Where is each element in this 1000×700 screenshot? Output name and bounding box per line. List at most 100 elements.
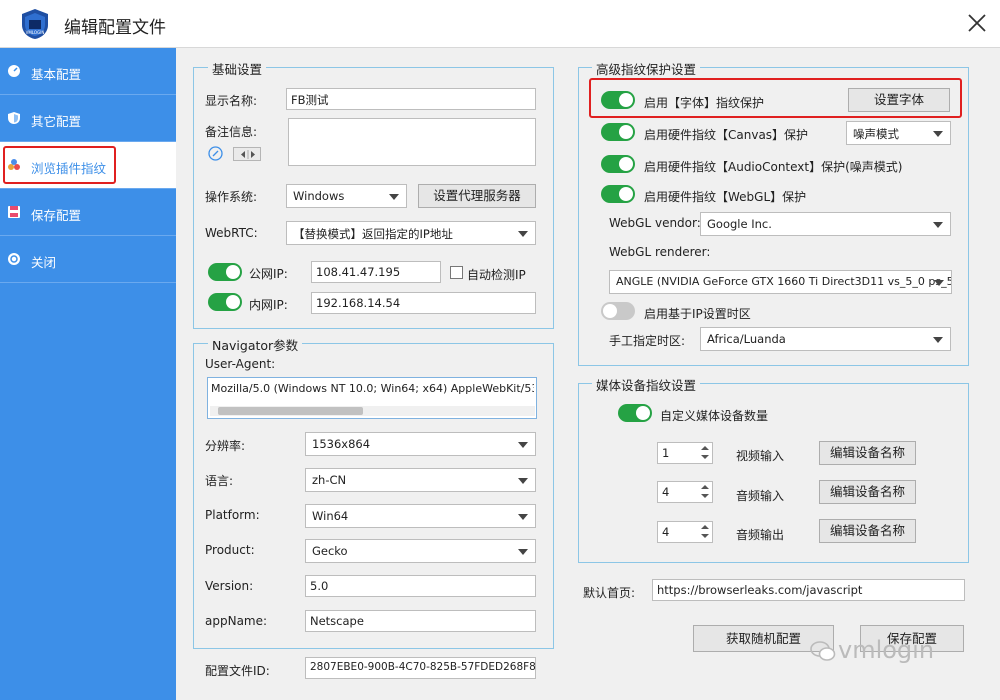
chevron-down-icon [933, 222, 943, 228]
watermark-text: vmlogin [838, 636, 935, 664]
stepper-arrows[interactable] [698, 482, 712, 502]
edit-audio-input-names-button[interactable]: 编辑设备名称 [819, 480, 916, 504]
custom-media-count-label: 自定义媒体设备数量 [660, 409, 769, 423]
audio-output-count: 4 [662, 525, 670, 539]
resolution-label: 分辨率: [205, 439, 246, 453]
os-select-value: Windows [293, 189, 345, 203]
left-right-arrows-icon [241, 150, 255, 159]
canvas-label: 启用硬件指纹【Canvas】保护 [644, 128, 809, 142]
chevron-up-icon[interactable] [701, 485, 709, 489]
navigator-legend: Navigator参数 [208, 335, 303, 354]
sidebar-item-label: 关闭 [31, 255, 57, 270]
webrtc-select-value: 【替换模式】返回指定的IP地址 [293, 227, 453, 241]
proxy-settings-button[interactable]: 设置代理服务器 [418, 184, 536, 208]
chevron-down-icon[interactable] [701, 534, 709, 538]
language-select[interactable]: zh-CN [305, 468, 536, 492]
emoji-stepper[interactable] [233, 147, 261, 161]
canvas-mode-value: 噪声模式 [853, 127, 899, 141]
display-name-label: 显示名称: [205, 94, 258, 108]
lan-ip-toggle[interactable] [208, 293, 242, 311]
ip-timezone-toggle[interactable] [601, 302, 635, 320]
chevron-up-icon[interactable] [701, 446, 709, 450]
horizontal-scrollbar[interactable] [210, 406, 535, 416]
scrollbar-thumb[interactable] [218, 407, 363, 415]
webgl-vendor-label: WebGL vendor: [609, 216, 701, 230]
auto-detect-ip-label: 自动检测IP [467, 268, 526, 282]
highlight-box [589, 78, 962, 118]
os-label: 操作系统: [205, 190, 258, 204]
custom-media-count-toggle[interactable] [618, 404, 652, 422]
webgl-toggle[interactable] [601, 185, 635, 203]
audio-input-stepper[interactable]: 4 [657, 481, 713, 503]
webgl-label: 启用硬件指纹【WebGL】保护 [644, 190, 807, 204]
edit-video-input-names-button[interactable]: 编辑设备名称 [819, 441, 916, 465]
sidebar-item-label: 基本配置 [31, 67, 82, 82]
highlight-box [3, 146, 116, 184]
user-agent-field[interactable]: Mozilla/5.0 (Windows NT 10.0; Win64; x64… [207, 377, 537, 419]
chevron-down-icon[interactable] [701, 494, 709, 498]
chevron-down-icon [518, 231, 528, 237]
audiocontext-label: 启用硬件指纹【AudioContext】保护(噪声模式) [644, 160, 903, 174]
chevron-down-icon [934, 280, 944, 286]
product-label: Product: [205, 543, 255, 557]
webrtc-label: WebRTC: [205, 226, 258, 240]
appname-input[interactable]: Netscape [305, 610, 536, 632]
canvas-toggle[interactable] [601, 123, 635, 141]
stepper-arrows[interactable] [698, 522, 712, 542]
compass-icon[interactable] [208, 146, 223, 161]
lan-ip-label: 内网IP: [249, 298, 288, 312]
homepage-label: 默认首页: [583, 586, 636, 600]
video-input-label: 视频输入 [736, 449, 785, 463]
notes-label: 备注信息: [205, 125, 258, 139]
auto-detect-ip-checkbox[interactable] [450, 266, 463, 279]
audio-input-count: 4 [662, 485, 670, 499]
public-ip-input[interactable]: 108.41.47.195 [311, 261, 441, 283]
lan-ip-input[interactable]: 192.168.14.54 [311, 292, 536, 314]
webgl-renderer-value: ANGLE (NVIDIA GeForce GTX 1660 Ti Direct… [616, 275, 952, 288]
platform-label: Platform: [205, 508, 260, 522]
webgl-vendor-value: Google Inc. [707, 217, 772, 231]
audiocontext-toggle[interactable] [601, 155, 635, 173]
version-input[interactable]: 5.0 [305, 575, 536, 597]
sidebar-item-close[interactable]: 关闭 [0, 236, 176, 283]
notes-textarea[interactable] [288, 118, 536, 166]
product-select[interactable]: Gecko [305, 539, 536, 563]
chevron-down-icon[interactable] [701, 455, 709, 459]
profile-id-label: 配置文件ID: [205, 664, 270, 678]
sidebar-item-other[interactable]: 其它配置 [0, 95, 176, 142]
chevron-up-icon[interactable] [701, 525, 709, 529]
resolution-select-value: 1536x864 [312, 437, 371, 451]
chevron-down-icon [933, 131, 943, 137]
manual-timezone-select[interactable]: Africa/Luanda [700, 327, 951, 351]
webgl-renderer-select[interactable]: ANGLE (NVIDIA GeForce GTX 1660 Ti Direct… [609, 270, 952, 294]
chevron-down-icon [518, 442, 528, 448]
platform-select[interactable]: Win64 [305, 504, 536, 528]
sidebar-item-basic[interactable]: 基本配置 [0, 48, 176, 95]
canvas-mode-select[interactable]: 噪声模式 [846, 121, 951, 145]
edit-audio-output-names-button[interactable]: 编辑设备名称 [819, 519, 916, 543]
display-name-input[interactable]: FB测试 [286, 88, 536, 110]
svg-text:VMLOGIN: VMLOGIN [26, 30, 45, 35]
audio-output-stepper[interactable]: 4 [657, 521, 713, 543]
profile-id-input[interactable]: 2807EBE0-900B-4C70-825B-57FDED268F88 [305, 657, 536, 679]
homepage-input[interactable]: https://browserleaks.com/javascript [652, 579, 965, 601]
power-icon [8, 253, 20, 265]
toggle-knob [619, 187, 633, 201]
toggle-knob [603, 304, 617, 318]
resolution-select[interactable]: 1536x864 [305, 432, 536, 456]
os-select[interactable]: Windows [286, 184, 407, 208]
toggle-knob [619, 157, 633, 171]
toggle-knob [636, 406, 650, 420]
wechat-icon [810, 641, 836, 661]
chevron-down-icon [518, 478, 528, 484]
stepper-arrows[interactable] [698, 443, 712, 463]
user-agent-value: Mozilla/5.0 (Windows NT 10.0; Win64; x64… [211, 382, 534, 395]
close-icon[interactable] [962, 8, 992, 38]
public-ip-toggle[interactable] [208, 263, 242, 281]
manual-timezone-label: 手工指定时区: [609, 334, 686, 348]
sidebar-item-label: 保存配置 [31, 208, 82, 223]
video-input-stepper[interactable]: 1 [657, 442, 713, 464]
sidebar-item-save[interactable]: 保存配置 [0, 189, 176, 236]
webrtc-select[interactable]: 【替换模式】返回指定的IP地址 [286, 221, 536, 245]
webgl-vendor-select[interactable]: Google Inc. [700, 212, 951, 236]
